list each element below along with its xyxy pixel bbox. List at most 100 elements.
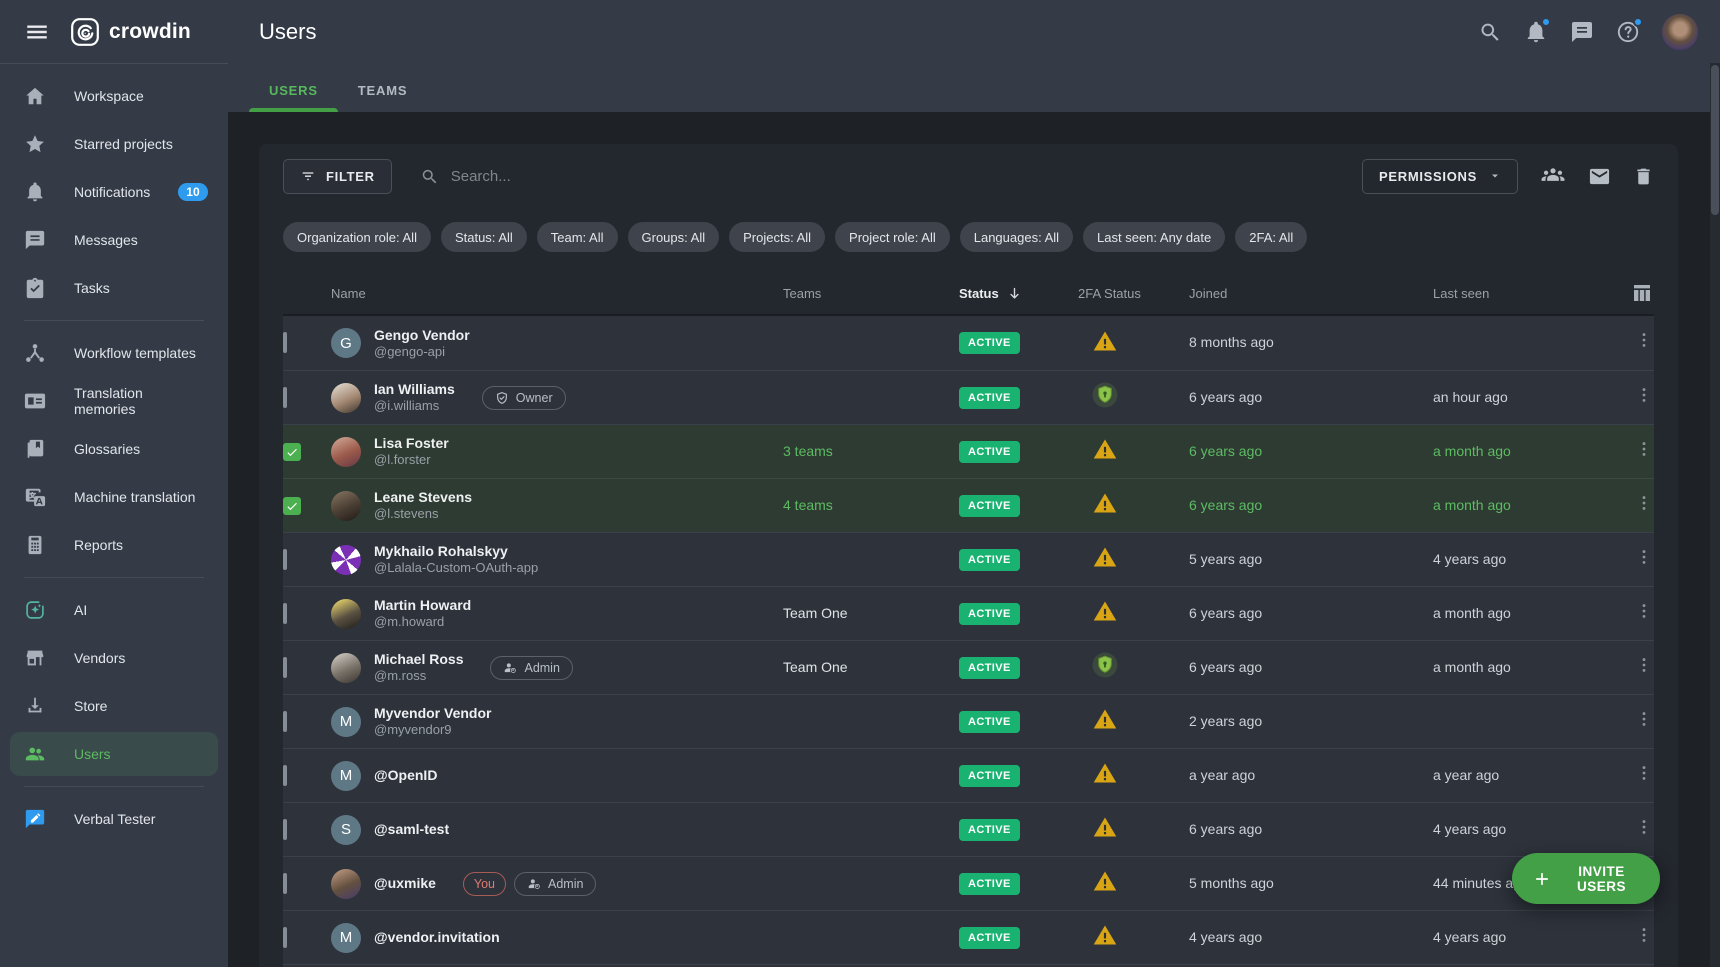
row-menu-icon[interactable] bbox=[1634, 439, 1654, 465]
row-menu-icon[interactable] bbox=[1634, 709, 1654, 735]
toolbar: FILTER PERMISSIONS bbox=[283, 158, 1654, 194]
sidebar-item-starred-projects[interactable]: Starred projects bbox=[10, 122, 218, 166]
table-row[interactable]: Ian Williams@i.williamsOwnerACTIVE6 year… bbox=[283, 370, 1654, 424]
filter-chip[interactable]: Project role: All bbox=[835, 222, 950, 252]
brand-logo[interactable]: crowdin bbox=[70, 17, 191, 47]
row-checkbox[interactable] bbox=[283, 711, 287, 732]
row-menu-icon[interactable] bbox=[1634, 330, 1654, 356]
delete-icon[interactable] bbox=[1633, 166, 1654, 187]
row-menu-icon[interactable] bbox=[1634, 601, 1654, 627]
sidebar-item-ai[interactable]: AI bbox=[10, 588, 218, 632]
row-menu-icon[interactable] bbox=[1634, 817, 1654, 843]
filter-chip[interactable]: Groups: All bbox=[628, 222, 720, 252]
row-menu-icon[interactable] bbox=[1634, 763, 1654, 789]
table-row[interactable]: @uxmikeYouAdminACTIVE5 months ago44 minu… bbox=[283, 856, 1654, 910]
row-checkbox[interactable] bbox=[283, 927, 287, 948]
filter-button[interactable]: FILTER bbox=[283, 159, 392, 194]
sidebar-item-verbal-tester[interactable]: Verbal Tester bbox=[10, 797, 218, 841]
table-row[interactable]: Michael Ross@m.rossAdminTeam OneACTIVE6 … bbox=[283, 640, 1654, 694]
header-last-seen[interactable]: Last seen bbox=[1433, 286, 1626, 301]
row-menu-icon[interactable] bbox=[1634, 493, 1654, 519]
status-badge: ACTIVE bbox=[959, 765, 1020, 787]
filter-chip[interactable]: 2FA: All bbox=[1235, 222, 1307, 252]
add-to-team-icon[interactable] bbox=[1540, 163, 1566, 189]
sidebar-item-users[interactable]: Users bbox=[10, 732, 218, 776]
row-menu-icon[interactable] bbox=[1634, 655, 1654, 681]
badge-admin: Admin bbox=[514, 872, 596, 896]
row-menu-icon[interactable] bbox=[1634, 385, 1654, 411]
sidebar-item-notifications[interactable]: Notifications10 bbox=[10, 170, 218, 214]
header-2fa[interactable]: 2FA Status bbox=[1078, 286, 1189, 301]
email-icon[interactable] bbox=[1588, 165, 1611, 188]
filter-chip[interactable]: Languages: All bbox=[960, 222, 1073, 252]
table-row[interactable]: Leane Stevens@l.stevens4 teamsACTIVE6 ye… bbox=[283, 478, 1654, 532]
scrollbar-thumb[interactable] bbox=[1711, 65, 1719, 215]
sidebar-item-messages[interactable]: Messages bbox=[10, 218, 218, 262]
filter-chip[interactable]: Team: All bbox=[537, 222, 618, 252]
admin-icon bbox=[527, 877, 541, 891]
user-name: Martin Howard bbox=[374, 597, 471, 614]
last-seen-text: 4 years ago bbox=[1433, 821, 1506, 837]
filter-chip[interactable]: Last seen: Any date bbox=[1083, 222, 1225, 252]
row-checkbox[interactable] bbox=[283, 549, 287, 570]
table-row[interactable]: GGengo Vendor@gengo-apiACTIVE8 months ag… bbox=[283, 316, 1654, 370]
column-settings-icon[interactable] bbox=[1630, 281, 1654, 305]
user-name: @vendor.invitation bbox=[374, 929, 500, 946]
last-seen-text: an hour ago bbox=[1433, 389, 1508, 405]
help-icon[interactable] bbox=[1616, 20, 1640, 44]
invite-users-button[interactable]: INVITE USERS bbox=[1512, 853, 1660, 904]
tab-teams[interactable]: TEAMS bbox=[338, 83, 428, 112]
header-joined[interactable]: Joined bbox=[1189, 286, 1433, 301]
sidebar-item-translation-memories[interactable]: Translation memories bbox=[10, 379, 218, 423]
sidebar-item-store[interactable]: Store bbox=[10, 684, 218, 728]
status-badge: ACTIVE bbox=[959, 387, 1020, 409]
header-teams[interactable]: Teams bbox=[783, 286, 959, 301]
table-row[interactable]: M@vendor.invitationACTIVE4 years ago4 ye… bbox=[283, 910, 1654, 964]
table-row[interactable]: Martin Howard@m.howardTeam OneACTIVE6 ye… bbox=[283, 586, 1654, 640]
user-handle: @i.williams bbox=[374, 398, 455, 414]
table-row[interactable]: M@OpenIDACTIVEa year agoa year ago bbox=[283, 748, 1654, 802]
messages-icon[interactable] bbox=[1570, 20, 1594, 44]
table-row[interactable]: Mykhailo Rohalskyy@Lalala-Custom-OAuth-a… bbox=[283, 532, 1654, 586]
filter-chip[interactable]: Status: All bbox=[441, 222, 527, 252]
header-name[interactable]: Name bbox=[331, 286, 783, 301]
row-checkbox[interactable] bbox=[283, 765, 287, 786]
row-menu-icon[interactable] bbox=[1634, 925, 1654, 951]
row-checkbox[interactable] bbox=[283, 603, 287, 624]
sidebar-item-workspace[interactable]: Workspace bbox=[10, 74, 218, 118]
search-input[interactable] bbox=[451, 168, 791, 185]
menu-icon[interactable] bbox=[24, 19, 50, 45]
scrollbar[interactable] bbox=[1710, 63, 1720, 967]
tab-users[interactable]: USERS bbox=[249, 83, 338, 112]
header-status[interactable]: Status bbox=[959, 286, 1078, 301]
sidebar-item-machine-translation[interactable]: Machine translation bbox=[10, 475, 218, 519]
row-menu-icon[interactable] bbox=[1634, 547, 1654, 573]
table-row[interactable]: Lisa Foster@l.forster3 teamsACTIVE6 year… bbox=[283, 424, 1654, 478]
row-checkbox[interactable] bbox=[283, 443, 301, 461]
row-checkbox[interactable] bbox=[283, 819, 287, 840]
table-row[interactable]: MMyvendor Vendor@myvendor9ACTIVE2 years … bbox=[283, 694, 1654, 748]
row-checkbox[interactable] bbox=[283, 497, 301, 515]
teams-link[interactable]: 4 teams bbox=[783, 497, 833, 513]
row-checkbox[interactable] bbox=[283, 657, 287, 678]
row-checkbox[interactable] bbox=[283, 387, 287, 408]
sidebar-item-tasks[interactable]: Tasks bbox=[10, 266, 218, 310]
filter-chip[interactable]: Organization role: All bbox=[283, 222, 431, 252]
table-row[interactable]: S@saml-testACTIVE6 years ago4 years ago bbox=[283, 802, 1654, 856]
sidebar-item-vendors[interactable]: Vendors bbox=[10, 636, 218, 680]
search-icon[interactable] bbox=[1478, 20, 1502, 44]
row-checkbox[interactable] bbox=[283, 332, 287, 353]
filter-chip[interactable]: Projects: All bbox=[729, 222, 825, 252]
status-badge: ACTIVE bbox=[959, 549, 1020, 571]
permissions-button[interactable]: PERMISSIONS bbox=[1362, 159, 1518, 194]
sidebar-item-glossaries[interactable]: Glossaries bbox=[10, 427, 218, 471]
row-checkbox[interactable] bbox=[283, 873, 287, 894]
users-table: Name Teams Status 2FA Status Joined Last… bbox=[283, 272, 1654, 967]
sidebar-item-workflow-templates[interactable]: Workflow templates bbox=[10, 331, 218, 375]
shield-check-icon bbox=[495, 391, 509, 405]
2fa-warning-icon bbox=[1092, 436, 1118, 462]
bell-icon[interactable] bbox=[1524, 20, 1548, 44]
user-avatar[interactable] bbox=[1662, 14, 1698, 50]
teams-link[interactable]: 3 teams bbox=[783, 443, 833, 459]
sidebar-item-reports[interactable]: Reports bbox=[10, 523, 218, 567]
